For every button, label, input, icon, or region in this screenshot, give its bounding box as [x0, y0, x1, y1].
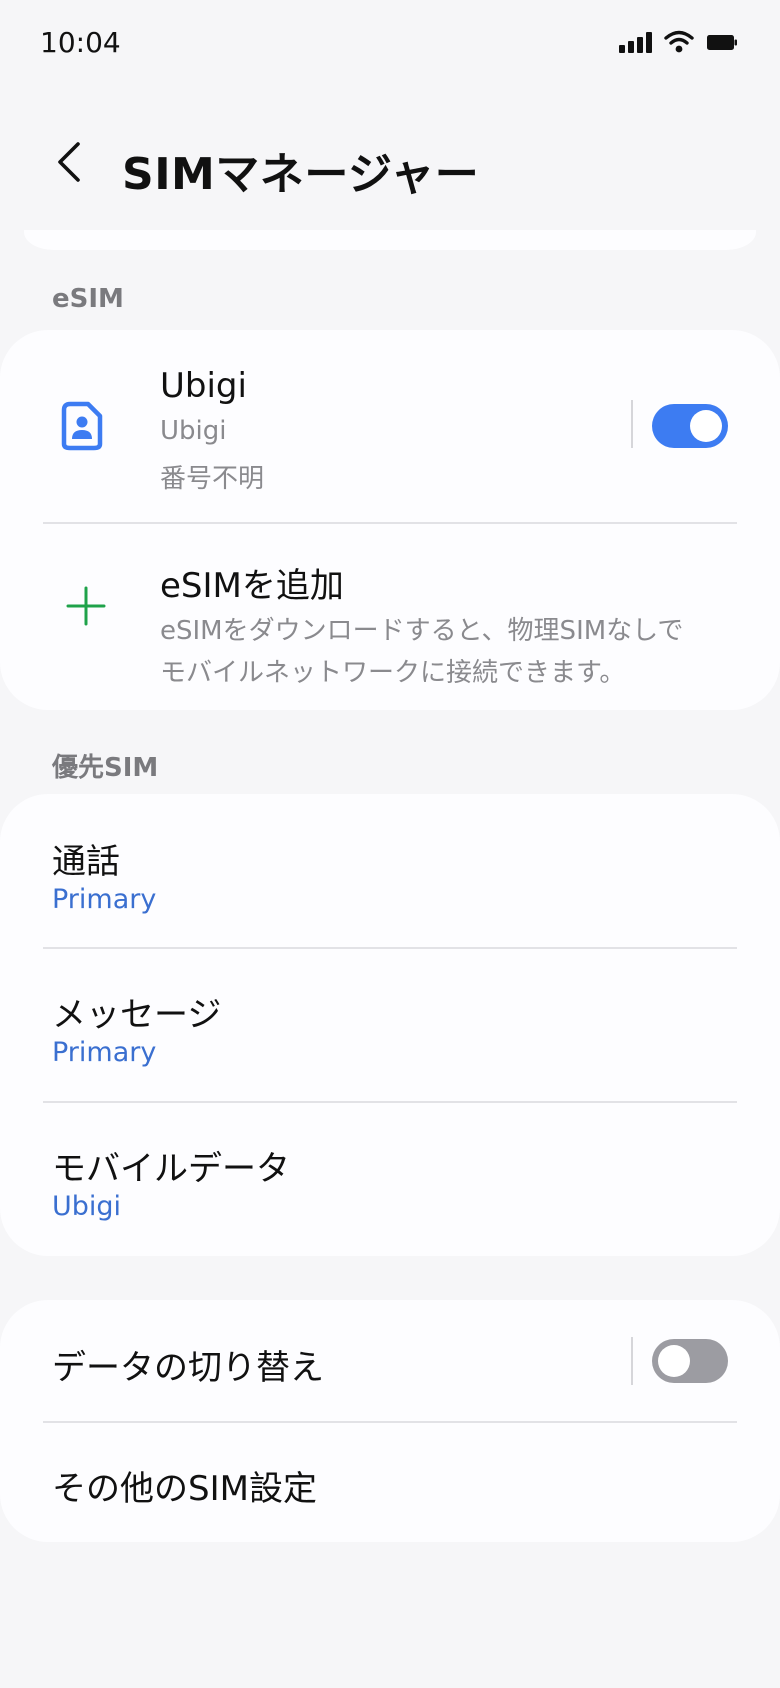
preferred-item-calls[interactable]: 通話 Primary [0, 794, 780, 948]
preferred-item-value: Primary [52, 1037, 157, 1068]
status-time: 10:04 [40, 26, 121, 59]
more-sim-settings-title: その他のSIM設定 [52, 1469, 317, 1509]
vertical-separator [631, 1337, 633, 1385]
preferred-item-title: モバイルデータ [52, 1149, 290, 1189]
esim-card: Ubigi Ubigi 番号不明 eSIMを追加 eSIMをダウンロードすると、… [0, 330, 780, 710]
preferred-item-title: メッセージ [52, 995, 222, 1035]
status-icons [619, 30, 738, 54]
toggle-knob [690, 410, 722, 442]
section-label-preferred-sim: 優先SIM [52, 753, 159, 783]
status-bar: 10:04 [0, 0, 780, 90]
signal-icon [619, 31, 652, 53]
esim-number: 番号不明 [160, 464, 265, 494]
data-switch-item[interactable]: データの切り替え [0, 1300, 780, 1422]
collapsed-card [24, 230, 756, 250]
sim-card-icon [58, 400, 106, 456]
battery-icon [706, 32, 738, 52]
esim-toggle[interactable] [652, 404, 728, 448]
app-header: SIMマネージャー [0, 120, 780, 210]
wifi-icon [664, 30, 694, 54]
section-label-esim: eSIM [52, 284, 124, 314]
vertical-separator [631, 400, 633, 448]
back-arrow-icon [54, 140, 84, 188]
page-title: SIMマネージャー [122, 149, 480, 200]
preferred-sim-card: 通話 Primary メッセージ Primary モバイルデータ Ubigi [0, 794, 780, 1256]
preferred-item-value: Ubigi [52, 1191, 122, 1222]
preferred-item-title: 通話 [52, 842, 120, 882]
plus-icon [66, 586, 106, 630]
toggle-knob [658, 1345, 690, 1377]
add-esim-title: eSIMを追加 [160, 566, 344, 606]
data-switch-title: データの切り替え [52, 1348, 324, 1388]
esim-carrier: Ubigi [160, 416, 227, 446]
back-button[interactable] [44, 134, 94, 194]
more-sim-settings-item[interactable]: その他のSIM設定 [0, 1423, 780, 1542]
preferred-item-mobile-data[interactable]: モバイルデータ Ubigi [0, 1103, 780, 1256]
add-esim-description-line1: eSIMをダウンロードすると、物理SIMなしで [160, 616, 684, 646]
esim-name: Ubigi [160, 366, 247, 406]
data-switch-toggle[interactable] [652, 1339, 728, 1383]
esim-item-ubigi[interactable]: Ubigi Ubigi 番号不明 [0, 330, 780, 522]
other-settings-card: データの切り替え その他のSIM設定 [0, 1300, 780, 1542]
preferred-item-messages[interactable]: メッセージ Primary [0, 949, 780, 1102]
add-esim-item[interactable]: eSIMを追加 eSIMをダウンロードすると、物理SIMなしで モバイルネットワ… [0, 524, 780, 710]
preferred-item-value: Primary [52, 884, 157, 915]
add-esim-description-line2: モバイルネットワークに接続できます。 [160, 658, 626, 688]
